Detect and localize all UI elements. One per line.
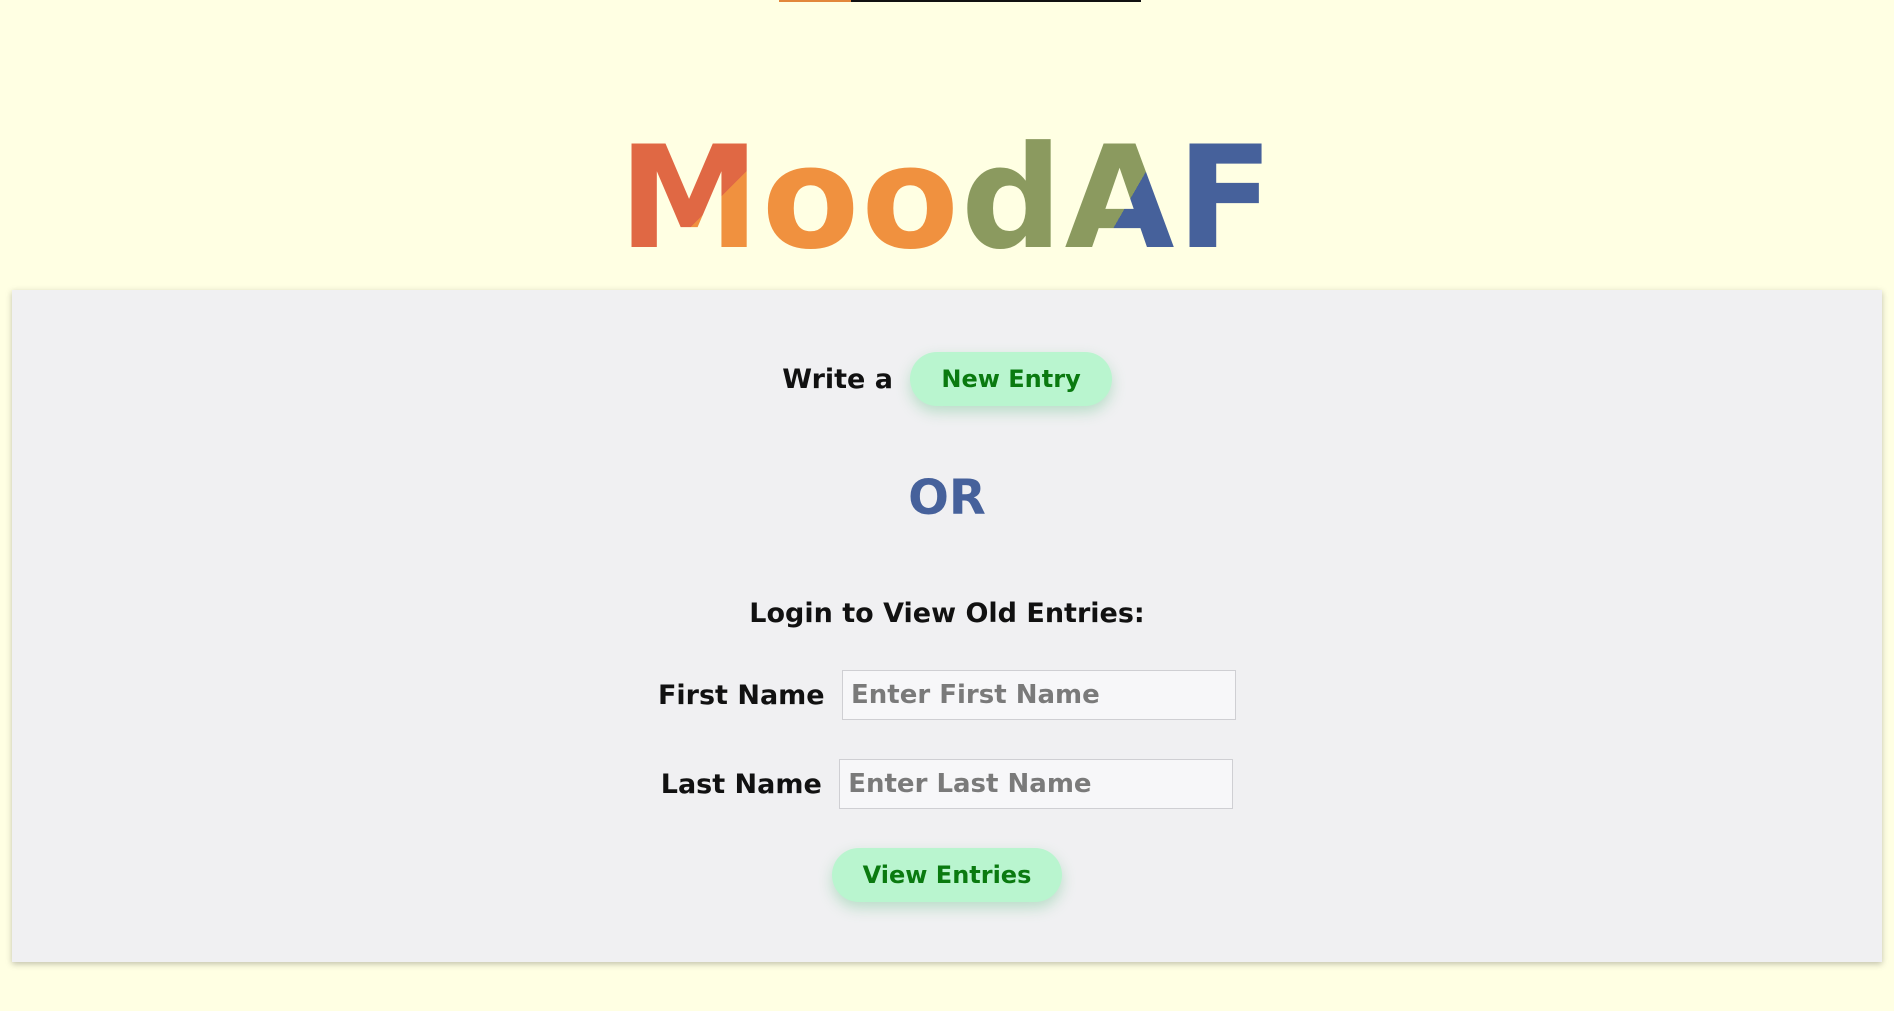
last-name-label: Last Name xyxy=(660,768,822,800)
logo-letter: F xyxy=(1176,116,1276,281)
view-entries-button[interactable]: View Entries xyxy=(831,848,1063,902)
app-logo: MoodAF xyxy=(0,128,1894,270)
logo-letter: o xyxy=(761,116,862,281)
new-entry-prefix: Write a xyxy=(782,363,893,395)
last-name-input[interactable] xyxy=(839,759,1234,809)
logo-letter: d xyxy=(960,116,1065,281)
new-entry-row: Write a New Entry xyxy=(0,352,1894,406)
first-name-label: First Name xyxy=(657,679,825,711)
logo-letter: M xyxy=(618,116,762,281)
top-progress-bar xyxy=(779,0,1141,2)
or-divider: OR xyxy=(908,470,986,526)
new-entry-button[interactable]: New Entry xyxy=(910,352,1112,406)
first-name-row: First Name xyxy=(0,670,1894,720)
top-progress-accent xyxy=(779,0,851,2)
logo-letter: A xyxy=(1064,116,1177,281)
logo-letter: o xyxy=(861,116,961,281)
last-name-row: Last Name xyxy=(0,759,1894,809)
login-title: Login to View Old Entries: xyxy=(749,598,1145,629)
view-entries-row: View Entries xyxy=(0,848,1894,902)
first-name-input[interactable] xyxy=(842,670,1237,720)
